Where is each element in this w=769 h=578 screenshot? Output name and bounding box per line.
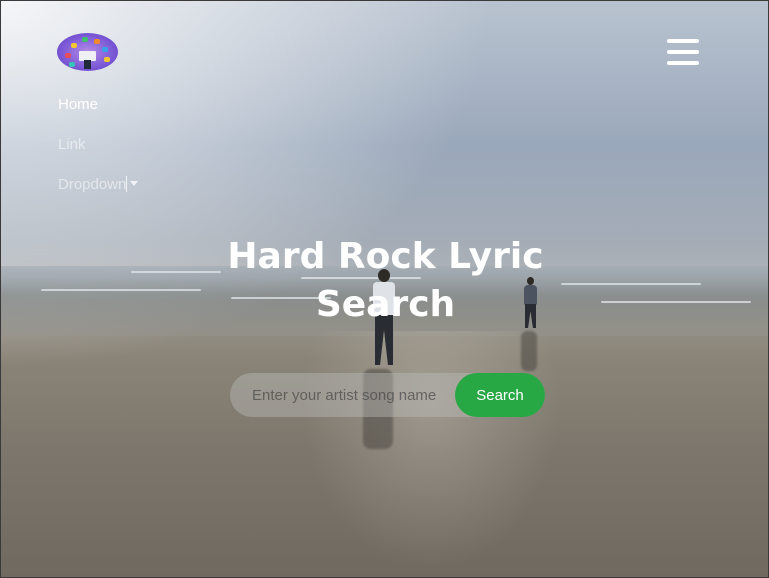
nav-link-home[interactable]: Home: [58, 96, 138, 136]
nav-link-link-label: Link: [58, 136, 86, 153]
caret-down-icon: [130, 181, 139, 186]
nav-link-link[interactable]: Link: [58, 136, 138, 176]
globe-computer-logo-icon[interactable]: [57, 33, 118, 71]
nav-dropdown-toggle[interactable]: Dropdown: [58, 176, 139, 216]
nav-link-home-label: Home: [58, 96, 99, 113]
hamburger-menu-icon[interactable]: [667, 39, 699, 65]
search-button[interactable]: Search: [455, 373, 545, 417]
page-title: Hard Rock Lyric Search: [1, 233, 769, 329]
page-title-line-1: Hard Rock Lyric: [227, 236, 544, 277]
navbar-links: Home Link Dropdown: [58, 96, 139, 216]
nav-dropdown-label: Dropdown: [58, 176, 127, 193]
search-bar: Search: [230, 373, 545, 417]
page-title-line-2: Search: [315, 284, 456, 325]
